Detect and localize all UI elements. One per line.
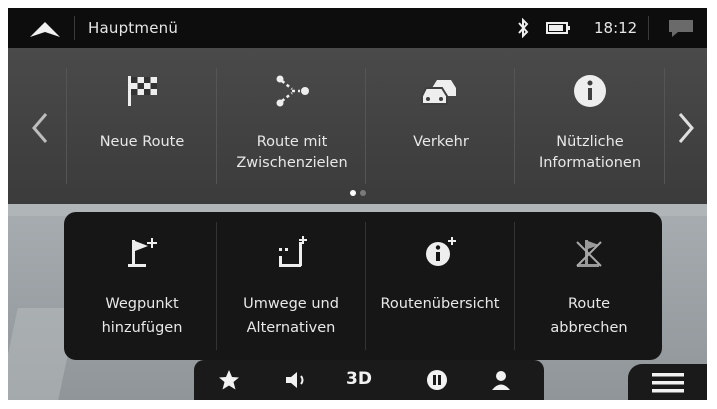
route-options-panel: Wegpunkt hinzufügen Umwege und Alternati… (64, 212, 662, 360)
menu-item-label: Route mit (256, 134, 328, 150)
main-menu-button[interactable] (628, 364, 707, 400)
page-dot[interactable] (360, 190, 366, 196)
main-menu-panel: Neue Route Route mit Zwischenzielen Verk… (8, 48, 707, 204)
user-icon[interactable] (490, 369, 512, 391)
chevron-left-icon[interactable] (26, 108, 56, 148)
menu-item-label-2: Informationen (538, 155, 642, 171)
status-title: Hauptmenü (88, 19, 179, 37)
route-item-label: Route (567, 296, 611, 312)
menu-item-route-mit-zwischenzielen[interactable]: Route mit Zwischenzielen (218, 48, 366, 204)
cancel-route-icon (576, 240, 602, 267)
checkered-flag-icon (128, 76, 157, 106)
route-item-route-abbrechen[interactable]: Route abbrechen (515, 212, 663, 360)
page-dot-active[interactable] (350, 190, 356, 196)
pause-icon[interactable] (426, 369, 448, 391)
route-item-label: Umwege und (243, 296, 339, 312)
chevron-right-icon[interactable] (670, 108, 700, 148)
menu-item-label-2: Zwischenzielen (236, 155, 348, 171)
traffic-cars-icon (421, 80, 456, 105)
route-item-label: Routenübersicht (380, 296, 500, 312)
route-item-label-2: abbrechen (550, 320, 628, 336)
hamburger-menu-icon (652, 373, 684, 393)
detours-icon (279, 236, 307, 267)
route-item-label-2: Alternativen (246, 320, 336, 336)
view-mode-3d-button[interactable]: 3D (346, 369, 372, 389)
battery-icon (546, 22, 570, 34)
route-overview-icon (426, 237, 456, 266)
route-item-routenuebersicht[interactable]: Routenübersicht (366, 212, 514, 360)
menu-item-label: Nützliche (556, 134, 624, 150)
bluetooth-icon (518, 18, 529, 38)
add-waypoint-icon (128, 238, 157, 267)
menu-item-label: Verkehr (413, 134, 469, 150)
menu-item-label: Neue Route (99, 134, 185, 150)
message-icon[interactable] (666, 17, 696, 39)
route-item-label-2: hinzufügen (101, 320, 183, 336)
menu-item-verkehr[interactable]: Verkehr (367, 48, 515, 204)
waypoints-icon (276, 75, 309, 107)
status-bar: Hauptmenü 18:12 (8, 8, 707, 48)
volume-icon[interactable] (284, 369, 310, 391)
navigation-screen: Hauptmenü 18:12 Neue Route Route mit Zwi… (8, 8, 707, 400)
bottom-toolbar: 3D (194, 360, 544, 400)
route-item-umwege-und-alternativen[interactable]: Umwege und Alternativen (217, 212, 365, 360)
info-icon (574, 75, 606, 107)
clock: 18:12 (594, 19, 638, 37)
route-item-label: Wegpunkt (105, 296, 179, 312)
home-arrow-icon[interactable] (28, 19, 62, 39)
route-item-wegpunkt-hinzufuegen[interactable]: Wegpunkt hinzufügen (68, 212, 216, 360)
favorite-star-icon[interactable] (218, 369, 240, 391)
menu-item-neue-route[interactable]: Neue Route (68, 48, 216, 204)
menu-item-nuetzliche-informationen[interactable]: Nützliche Informationen (516, 48, 664, 204)
